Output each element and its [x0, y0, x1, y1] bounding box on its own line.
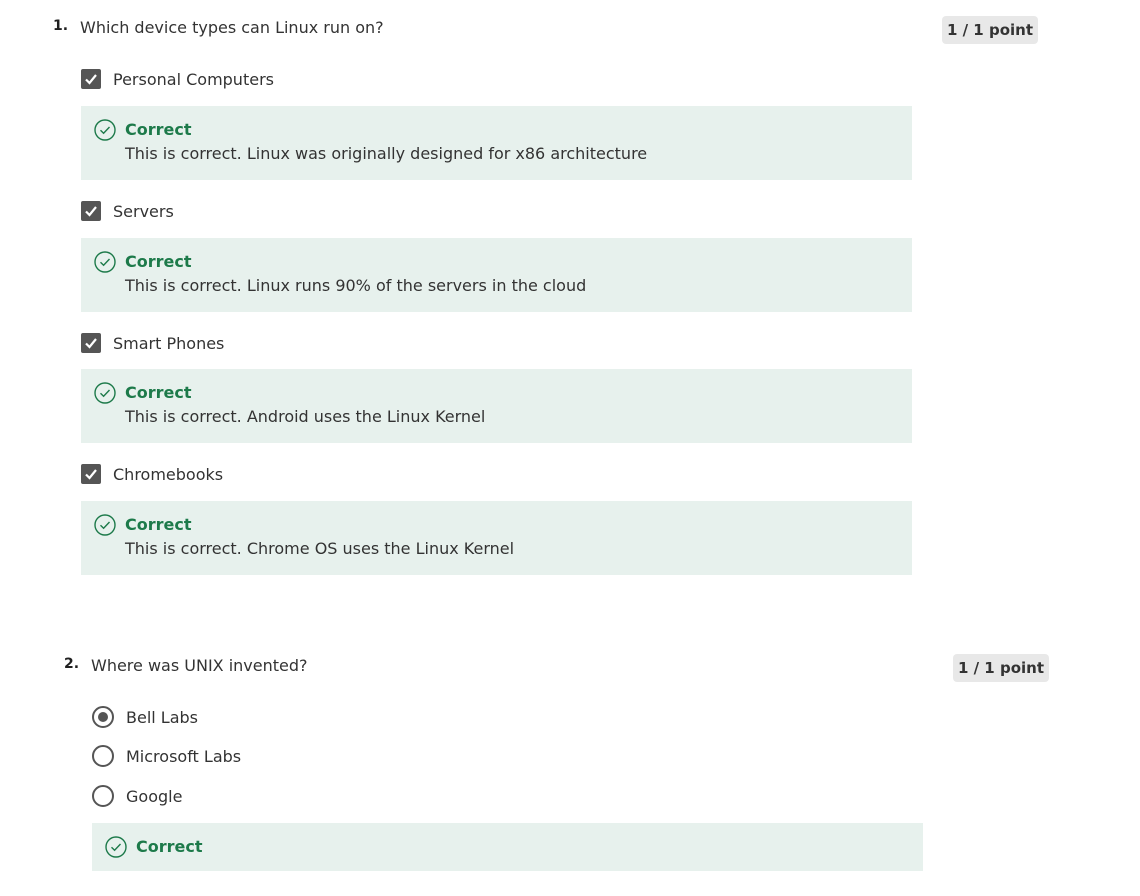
feedback-text: This is correct. Chrome OS uses the Linu…: [125, 539, 515, 558]
option-personal-computers[interactable]: Personal Computers: [81, 68, 274, 90]
radio-button[interactable]: [92, 706, 114, 728]
checkmark-icon: [85, 338, 97, 349]
option-label: Chromebooks: [113, 464, 224, 484]
option-bell-labs[interactable]: Bell Labs: [92, 706, 198, 728]
option-label: Google: [126, 786, 183, 806]
question-text: Where was UNIX invented?: [91, 656, 308, 675]
check-circle-icon: [94, 251, 116, 273]
radio-button[interactable]: [92, 785, 114, 807]
radio-button[interactable]: [92, 745, 114, 767]
feedback-correct: Correct This is correct. Android uses th…: [81, 369, 912, 443]
check-circle-icon: [94, 119, 116, 141]
check-circle-icon: [94, 514, 116, 536]
checkmark-icon: [85, 206, 97, 217]
checkbox[interactable]: [81, 333, 101, 353]
question-number: 1.: [53, 18, 69, 34]
option-servers[interactable]: Servers: [81, 200, 174, 222]
option-microsoft-labs[interactable]: Microsoft Labs: [92, 745, 241, 767]
check-circle-icon: [105, 836, 127, 858]
checkbox[interactable]: [81, 69, 101, 89]
question-number: 2.: [64, 656, 80, 672]
feedback-correct: Correct This is correct. Linux runs 90% …: [81, 238, 912, 312]
checkmark-icon: [85, 469, 97, 480]
feedback-title: Correct: [125, 120, 192, 139]
feedback-text: This is correct. Linux runs 90% of the s…: [125, 276, 587, 295]
checkbox[interactable]: [81, 464, 101, 484]
points-badge: 1 / 1 point: [952, 654, 1049, 682]
option-label: Microsoft Labs: [126, 746, 242, 766]
feedback-title: Correct: [125, 383, 192, 402]
feedback-title: Correct: [125, 252, 192, 271]
feedback-correct: Correct: [92, 823, 923, 871]
feedback-correct: Correct This is correct. Chrome OS uses …: [81, 501, 912, 575]
question-header: 2. Where was UNIX invented? 1 / 1 point: [61, 652, 1061, 684]
question-header: 1. Which device types can Linux run on? …: [50, 14, 1050, 46]
option-label: Personal Computers: [113, 69, 274, 89]
option-label: Bell Labs: [126, 707, 199, 727]
feedback-correct: Correct This is correct. Linux was origi…: [81, 106, 912, 180]
option-label: Servers: [113, 201, 174, 221]
feedback-title: Correct: [136, 837, 203, 856]
feedback-text: This is correct. Linux was originally de…: [125, 144, 648, 163]
question-text: Which device types can Linux run on?: [80, 18, 384, 37]
feedback-text: This is correct. Android uses the Linux …: [125, 407, 486, 426]
checkmark-icon: [85, 74, 97, 85]
points-badge: 1 / 1 point: [941, 16, 1038, 44]
check-circle-icon: [94, 382, 116, 404]
feedback-title: Correct: [125, 515, 192, 534]
question-1: 1. Which device types can Linux run on? …: [50, 14, 1050, 575]
option-label: Smart Phones: [113, 333, 225, 353]
checkbox[interactable]: [81, 201, 101, 221]
radio-selected-dot: [98, 712, 108, 722]
option-google[interactable]: Google: [92, 785, 182, 807]
option-smart-phones[interactable]: Smart Phones: [81, 332, 224, 354]
option-chromebooks[interactable]: Chromebooks: [81, 463, 223, 485]
question-2: 2. Where was UNIX invented? 1 / 1 point …: [61, 652, 1061, 871]
